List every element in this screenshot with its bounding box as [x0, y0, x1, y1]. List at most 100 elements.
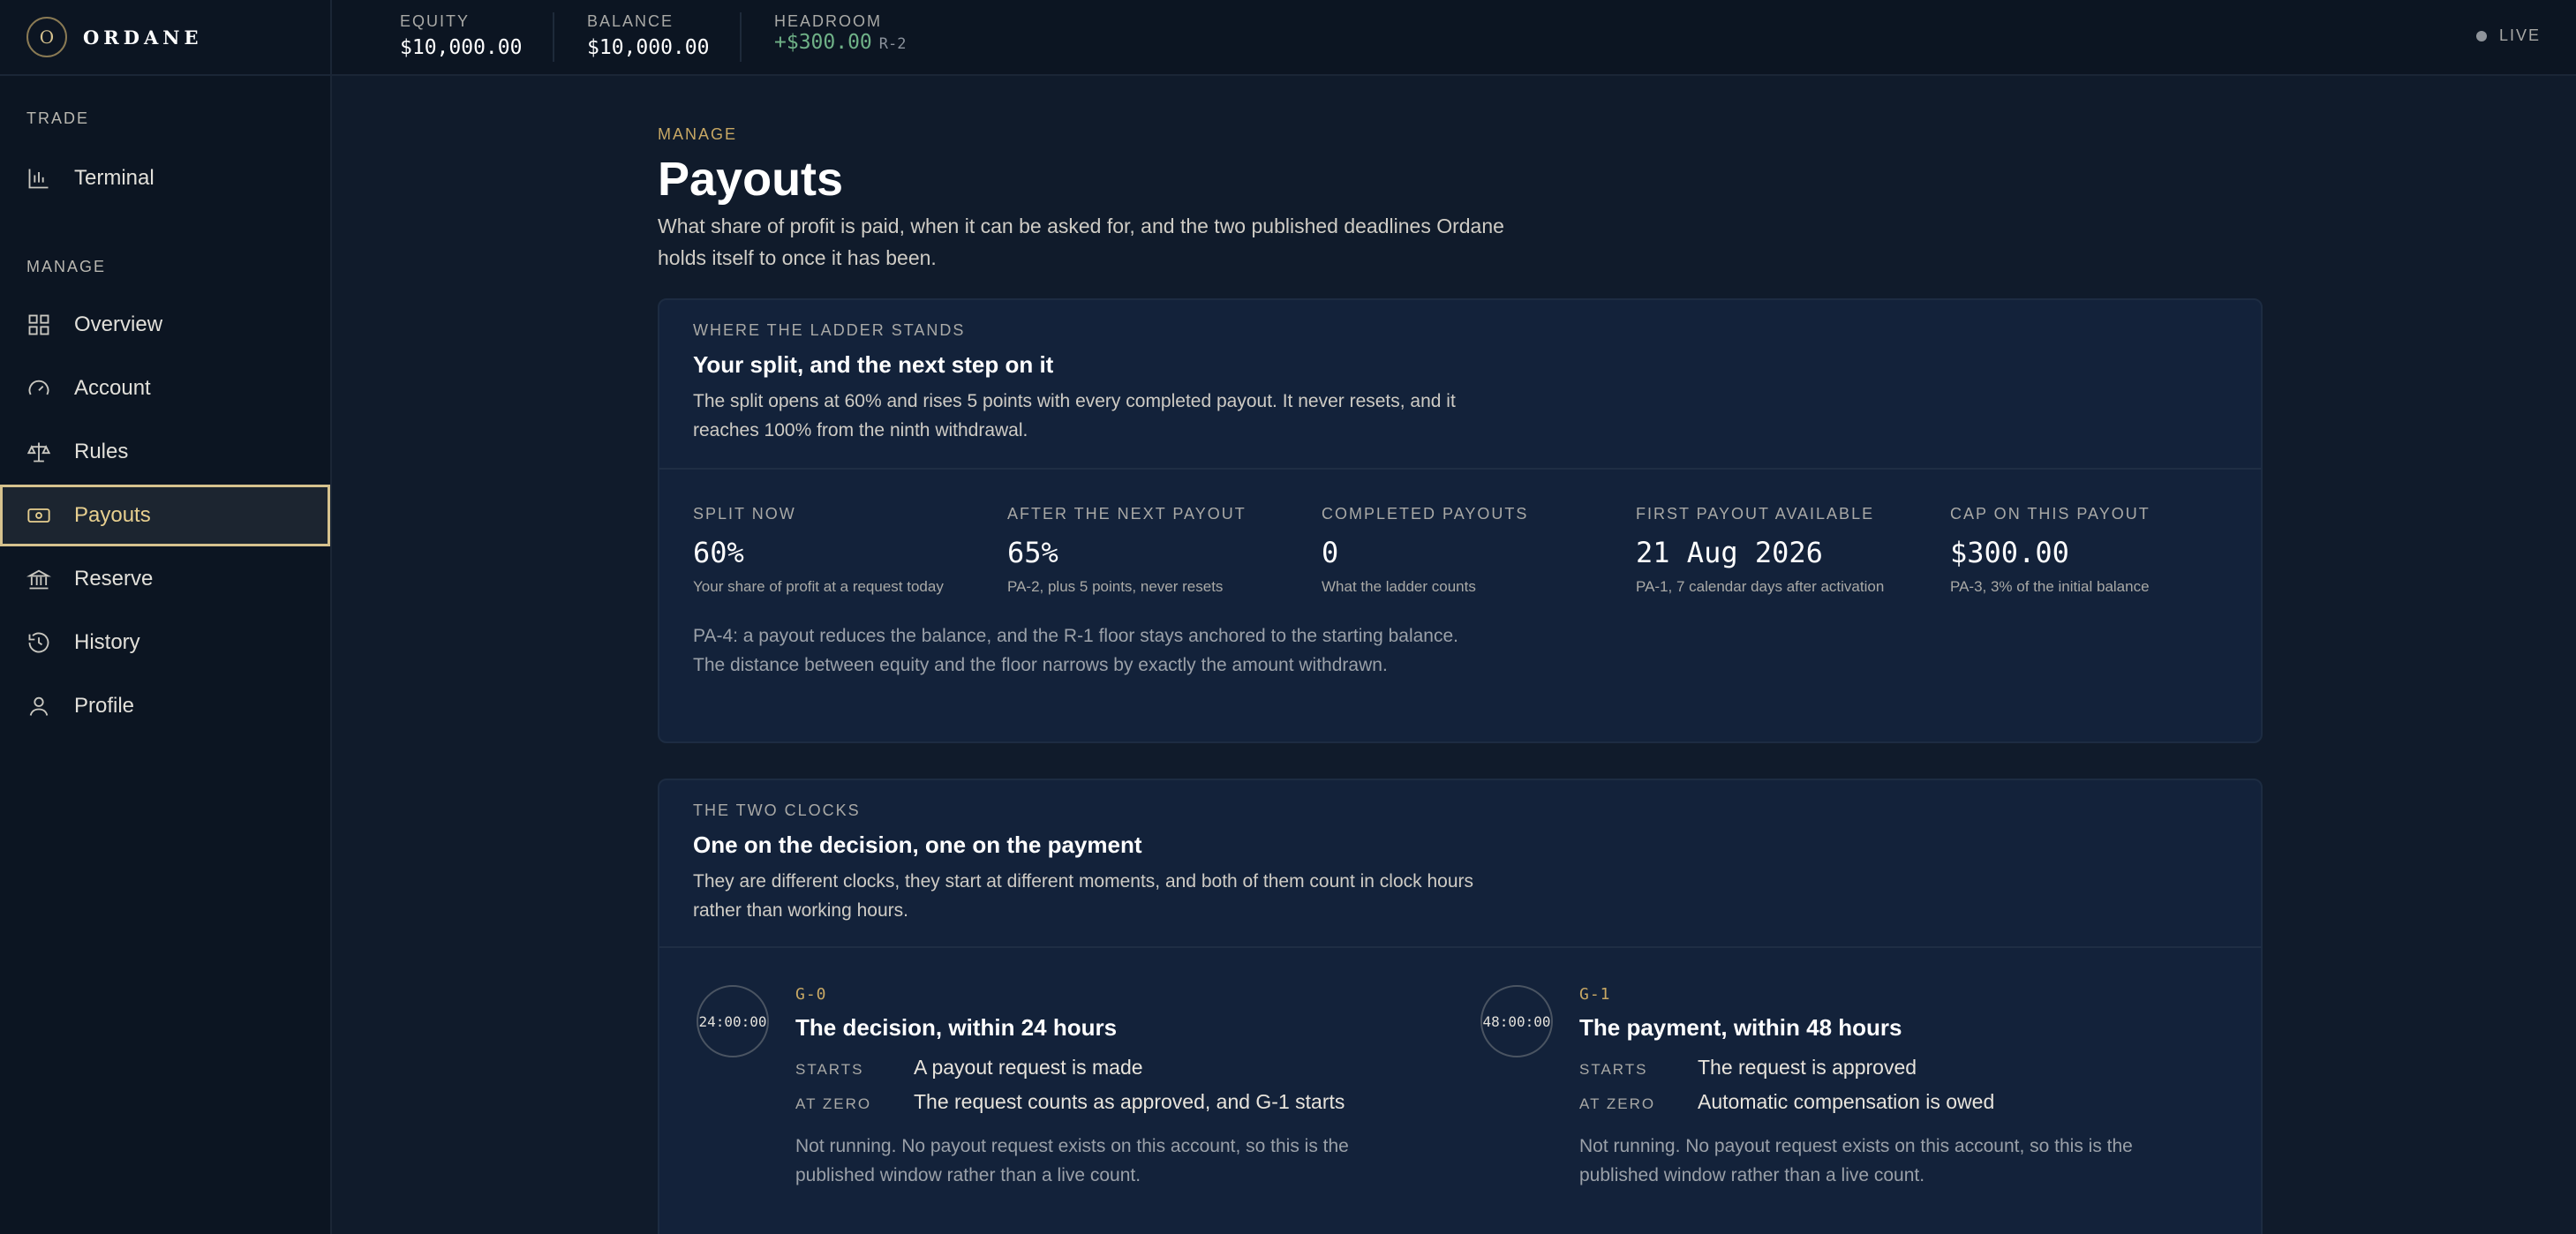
status-dot-icon: [2475, 30, 2487, 41]
metric-value: +$300.00: [774, 31, 872, 54]
stat-after-next-payout: AFTER THE NEXT PAYOUT 65% PA-2, plus 5 p…: [1007, 505, 1307, 596]
clock-body: G-1 The payment, within 48 hours STARTS …: [1579, 985, 2197, 1190]
card-description: The split opens at 60% and rises 5 point…: [693, 391, 1456, 440]
stat-completed-payouts: COMPLETED PAYOUTS 0 What the ladder coun…: [1322, 505, 1622, 596]
sidebar-item-history[interactable]: History: [0, 612, 330, 673]
metric-label: EQUITY: [400, 12, 471, 30]
sidebar-item-label: Account: [74, 376, 151, 400]
metric-tag: R-2: [878, 35, 907, 53]
stat-label: COMPLETED PAYOUTS: [1322, 505, 1529, 523]
top-bar: EQUITY $10,000.00 BALANCE $10,000.00 HEA…: [332, 0, 2576, 76]
stat-value: 60%: [693, 536, 744, 569]
clock-title: The payment, within 48 hours: [1579, 1014, 1902, 1041]
nav-section-trade: TRADE: [26, 109, 90, 127]
row-value: The request is approved: [1698, 1056, 1917, 1079]
metric-divider: [740, 12, 742, 62]
metric-balance: BALANCE $10,000.00: [587, 12, 709, 62]
row-value: The request counts as approved, and G-1 …: [914, 1090, 1345, 1113]
countdown-ring: 48:00:00: [1480, 985, 1553, 1057]
brand-name: ORDANE: [83, 26, 203, 49]
sidebar: O ORDANE TRADE Terminal MANAGE Overview …: [0, 0, 332, 1234]
clocks-card: THE TWO CLOCKS One on the decision, one …: [658, 779, 2263, 1234]
stat-note: What the ladder counts: [1322, 578, 1476, 595]
page-eyebrow: MANAGE: [658, 125, 738, 143]
bank-icon: [26, 567, 51, 591]
clock-code: G-0: [795, 985, 827, 1004]
sidebar-item-terminal[interactable]: Terminal: [0, 147, 330, 209]
metric-equity: EQUITY $10,000.00: [400, 12, 522, 62]
metric-label: HEADROOM: [774, 12, 883, 30]
clock-title: The decision, within 24 hours: [795, 1014, 1118, 1041]
clock-code: G-1: [1579, 985, 1611, 1004]
stat-value: 65%: [1007, 536, 1058, 569]
sidebar-item-label: Payouts: [74, 503, 151, 527]
live-status-label: LIVE: [2498, 26, 2541, 44]
sidebar-item-overview[interactable]: Overview: [0, 294, 330, 356]
sidebar-item-label: Profile: [74, 694, 135, 718]
grid-icon: [26, 312, 51, 337]
metric-value: $10,000.00: [587, 36, 710, 59]
sidebar-item-profile[interactable]: Profile: [0, 675, 330, 737]
clock-starts-row: STARTS The request is approved: [1579, 1056, 2197, 1080]
card-description: They are different clocks, they start at…: [693, 871, 1474, 921]
history-icon: [26, 630, 51, 655]
sidebar-item-label: History: [74, 630, 140, 654]
stat-label: SPLIT NOW: [693, 505, 796, 523]
clock-note: Not running. No payout request exists on…: [795, 1136, 1349, 1185]
nav-section-manage: MANAGE: [26, 258, 107, 275]
clock-zero-row: AT ZERO The request counts as approved, …: [795, 1090, 1413, 1114]
clock-zero-row: AT ZERO Automatic compensation is owed: [1579, 1090, 2197, 1114]
row-value: Automatic compensation is owed: [1698, 1090, 1995, 1113]
ladder-card: WHERE THE LADDER STANDS Your split, and …: [658, 298, 2263, 743]
metric-label: BALANCE: [587, 12, 674, 30]
ladder-footnote: PA-4: a payout reduces the balance, and …: [693, 626, 1458, 675]
row-key: AT ZERO: [1579, 1095, 1656, 1112]
user-icon: [26, 694, 51, 719]
metric-value: $10,000.00: [400, 36, 523, 59]
row-value: A payout request is made: [914, 1056, 1143, 1079]
stat-note: PA-2, plus 5 points, never resets: [1007, 578, 1224, 595]
stat-value: 21 Aug 2026: [1636, 536, 1823, 569]
brand-logo-icon: O: [26, 17, 67, 57]
card-eyebrow: WHERE THE LADDER STANDS: [693, 321, 966, 339]
stat-value: 0: [1322, 536, 1339, 569]
banknote-icon: [26, 503, 51, 528]
countdown-ring: 24:00:00: [697, 985, 769, 1057]
sidebar-item-payouts[interactable]: Payouts: [0, 485, 330, 546]
sidebar-item-rules[interactable]: Rules: [0, 421, 330, 483]
chart-icon: [26, 166, 51, 191]
ladder-card-header: WHERE THE LADDER STANDS Your split, and …: [659, 300, 2261, 470]
stat-note: Your share of profit at a request today: [693, 578, 944, 595]
app-root: O ORDANE TRADE Terminal MANAGE Overview …: [0, 0, 2576, 1234]
metric-headroom: HEADROOM +$300.00 R-2: [774, 12, 907, 62]
sidebar-item-reserve[interactable]: Reserve: [0, 548, 330, 610]
metric-divider: [553, 12, 554, 62]
sidebar-item-account[interactable]: Account: [0, 357, 330, 419]
sidebar-item-label: Reserve: [74, 567, 154, 591]
clock-starts-row: STARTS A payout request is made: [795, 1056, 1413, 1080]
stat-label: AFTER THE NEXT PAYOUT: [1007, 505, 1247, 523]
scale-icon: [26, 440, 51, 464]
stat-label: CAP ON THIS PAYOUT: [1950, 505, 2150, 523]
clock-note: Not running. No payout request exists on…: [1579, 1136, 2133, 1185]
card-eyebrow: THE TWO CLOCKS: [693, 801, 861, 819]
stat-value: $300.00: [1950, 536, 2069, 569]
stat-label: FIRST PAYOUT AVAILABLE: [1636, 505, 1875, 523]
clock-body: G-0 The decision, within 24 hours STARTS…: [795, 985, 1413, 1190]
page-description: What share of profit is paid, when it ca…: [658, 214, 1504, 269]
sidebar-item-label: Rules: [74, 440, 129, 463]
stat-split-now: SPLIT NOW 60% Your share of profit at a …: [693, 505, 993, 596]
row-key: AT ZERO: [795, 1095, 872, 1112]
stat-cap-on-payout: CAP ON THIS PAYOUT $300.00 PA-3, 3% of t…: [1950, 505, 2250, 596]
page-title: Payouts: [658, 153, 844, 206]
row-key: STARTS: [1579, 1061, 1648, 1078]
sidebar-item-label: Terminal: [74, 166, 154, 190]
live-status: LIVE: [2475, 26, 2541, 45]
stat-note: PA-3, 3% of the initial balance: [1950, 578, 2150, 595]
sidebar-item-label: Overview: [74, 312, 163, 336]
card-title: One on the decision, one on the payment: [693, 831, 1142, 858]
gauge-icon: [26, 376, 51, 401]
stat-first-payout-available: FIRST PAYOUT AVAILABLE 21 Aug 2026 PA-1,…: [1636, 505, 1936, 596]
row-key: STARTS: [795, 1061, 864, 1078]
brand[interactable]: O ORDANE: [0, 0, 332, 76]
